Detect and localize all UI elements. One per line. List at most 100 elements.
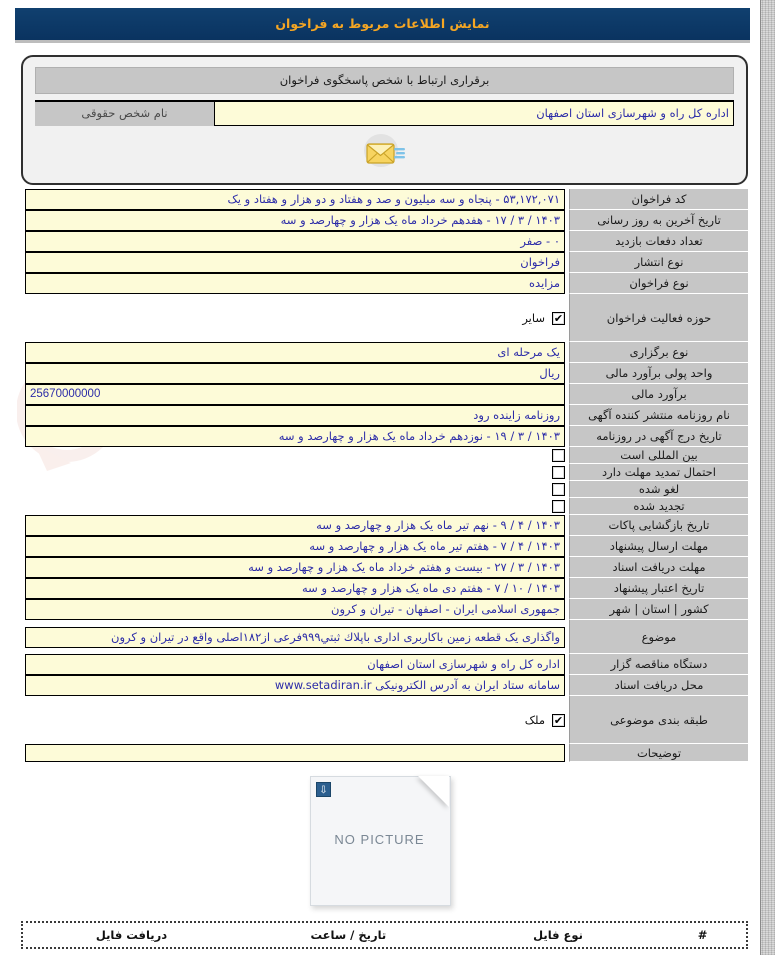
detail-row-field: ۱۴۰۳ / ۴ / ۹ - نهم تیر ماه یک هزار و چها… (25, 515, 565, 536)
detail-row-field: واگذاری یک قطعه زمین باکاربری اداری باپل… (25, 626, 565, 648)
detail-row-checkbox[interactable]: ✔ (552, 311, 565, 325)
files-table-header: # نوع فایل تاریخ / ساعت دریافت فایل (23, 923, 746, 947)
detail-row-value-cell: فراخوان (21, 252, 569, 273)
detail-row: تاریخ بازگشایی پاکات ۱۴۰۳ / ۴ / ۹ - نهم ت… (21, 515, 748, 536)
detail-row-value-cell: ۵۳,۱۷۲,۰۷۱ - پنجاه و سه میلیون و صد و هف… (21, 189, 569, 210)
detail-row: نوع انتشار فراخوان (21, 252, 748, 273)
detail-row: احتمال تمدید مهلت دارد (21, 464, 748, 481)
detail-row-value-cell: سامانه ستاد ایران به آدرس الکترونیکی www… (21, 675, 569, 696)
detail-row-label: مهلت دریافت اسناد (569, 557, 748, 578)
detail-row-label: تجدید شده (569, 498, 748, 515)
detail-row-value-cell: ۱۴۰۳ / ۳ / ۲۷ - بیست و هفتم خرداد ماه یک… (21, 557, 569, 578)
detail-row-label: کد فراخوان (569, 189, 748, 210)
contact-panel-header: برقراری ارتباط با شخص پاسخگوی فراخوان (35, 67, 734, 94)
detail-row-field: جمهوری اسلامی ایران - اصفهان - تیران و ک… (25, 599, 565, 620)
detail-row-label: تاریخ آخرین به روز رسانی (569, 210, 748, 231)
detail-row-value-cell (21, 744, 569, 762)
detail-row-field: ۱۴۰۳ / ۳ / ۲۷ - بیست و هفتم خرداد ماه یک… (25, 557, 565, 578)
detail-row-label: موضوع (569, 620, 748, 654)
detail-row-flag-checkbox[interactable] (552, 449, 565, 462)
files-col-index: # (697, 928, 708, 942)
detail-row-label: نوع انتشار (569, 252, 748, 273)
detail-row-field: ۱۴۰۳ / ۳ / ۱۹ - نوزدهم خرداد ماه یک هزار… (25, 426, 565, 447)
detail-row-value-cell: 25670000000 (21, 384, 569, 405)
detail-row-checkbox[interactable]: ✔ (552, 713, 565, 727)
detail-row-label: بین المللی است (569, 447, 748, 464)
detail-row-flag-checkbox[interactable] (552, 466, 565, 479)
detail-row-field: فراخوان (25, 252, 565, 273)
detail-row: نام روزنامه منتشر کننده آگهی روزنامه زاین… (21, 405, 748, 426)
page-title: نمایش اطلاعات مربوط به فراخوان (15, 8, 750, 43)
page-canvas: AriaTender.net نمایش اطلاعات مربوط به فر… (0, 0, 761, 955)
detail-row: حوزه فعالیت فراخوان ✔ سایر (21, 294, 748, 342)
detail-row-value-cell: ✔ ملک (21, 696, 569, 744)
detail-row-flag-checkbox[interactable] (552, 483, 565, 496)
detail-row-value-cell: ۱۴۰۳ / ۱۰ / ۷ - هفتم دی ماه یک هزار و چه… (21, 578, 569, 599)
detail-row-checkbox-label: ملک (524, 713, 545, 727)
detail-row-value-cell: جمهوری اسلامی ایران - اصفهان - تیران و ک… (21, 599, 569, 620)
detail-row-field: مزایده (25, 273, 565, 294)
detail-row-field: سامانه ستاد ایران به آدرس الکترونیکی www… (25, 675, 565, 696)
detail-row-label: محل دریافت اسناد (569, 675, 748, 696)
detail-row: کشور | استان | شهر جمهوری اسلامی ایران - … (21, 599, 748, 620)
detail-row-value-cell (21, 464, 569, 481)
detail-row: کد فراخوان ۵۳,۱۷۲,۰۷۱ - پنجاه و سه میلیون… (21, 189, 748, 210)
detail-row-value-cell: ✔ سایر (21, 294, 569, 342)
detail-row-label: نوع فراخوان (569, 273, 748, 294)
detail-row-checkbox-label: سایر (522, 311, 545, 325)
contact-legal-name-value: اداره کل راه و شهرسازی استان اصفهان (214, 102, 734, 126)
detail-row-field: ۱۴۰۳ / ۱۰ / ۷ - هفتم دی ماه یک هزار و چه… (25, 578, 565, 599)
contact-panel: برقراری ارتباط با شخص پاسخگوی فراخوان اد… (21, 55, 748, 185)
detail-row-field: روزنامه زاینده رود (25, 405, 565, 426)
detail-row-label: مهلت ارسال پیشنهاد (569, 536, 748, 557)
detail-row-value-cell: روزنامه زاینده رود (21, 405, 569, 426)
detail-row-value-cell: ۰ - صفر (21, 231, 569, 252)
detail-row: توضیحات (21, 744, 748, 762)
detail-row-value-cell: ۱۴۰۳ / ۴ / ۹ - نهم تیر ماه یک هزار و چها… (21, 515, 569, 536)
detail-row-label: کشور | استان | شهر (569, 599, 748, 620)
detail-row: نوع برگزاری یک مرحله ای (21, 342, 748, 363)
detail-row: مهلت دریافت اسناد ۱۴۰۳ / ۳ / ۲۷ - بیست و … (21, 557, 748, 578)
no-picture-placeholder: ⇩ NO PICTURE (310, 776, 451, 906)
detail-row-value-cell (21, 498, 569, 515)
detail-row: واحد پولی برآورد مالی ریال (21, 363, 748, 384)
detail-row-label: تاریخ درج آگهی در روزنامه (569, 426, 748, 447)
detail-row: لغو شده (21, 481, 748, 498)
files-col-download: دریافت فایل (95, 928, 168, 942)
detail-row-value-cell: واگذاری یک قطعه زمین باکاربری اداری باپل… (21, 620, 569, 654)
detail-row-value-cell (21, 447, 569, 464)
detail-row-field: 25670000000 (25, 384, 565, 405)
contact-mail-action[interactable] (35, 126, 734, 177)
detail-row-value-cell: ۱۴۰۳ / ۳ / ۱۷ - هفدهم خرداد ماه یک هزار … (21, 210, 569, 231)
detail-row: تعداد دفعات بازدید ۰ - صفر (21, 231, 748, 252)
detail-row-value-cell: ۱۴۰۳ / ۴ / ۷ - هفتم تیر ماه یک هزار و چه… (21, 536, 569, 557)
detail-row-flag-checkbox[interactable] (552, 500, 565, 513)
detail-row: تجدید شده (21, 498, 748, 515)
detail-row: برآورد مالی 25670000000 (21, 384, 748, 405)
detail-row: محل دریافت اسناد سامانه ستاد ایران به آدر… (21, 675, 748, 696)
detail-row-label: احتمال تمدید مهلت دارد (569, 464, 748, 481)
broken-image-icon: ⇩ (316, 782, 331, 797)
detail-row-value-cell: ۱۴۰۳ / ۳ / ۱۹ - نوزدهم خرداد ماه یک هزار… (21, 426, 569, 447)
contact-legal-name-label: نام شخص حقوقی (35, 102, 214, 126)
detail-row-field: ۱۴۰۳ / ۳ / ۱۷ - هفدهم خرداد ماه یک هزار … (25, 210, 565, 231)
detail-row: طبقه بندی موضوعی ✔ ملک (21, 696, 748, 744)
contact-legal-name-row: اداره کل راه و شهرسازی استان اصفهان نام … (35, 100, 734, 126)
detail-row-value-cell: ریال (21, 363, 569, 384)
detail-row: تاریخ آخرین به روز رسانی ۱۴۰۳ / ۳ / ۱۷ - … (21, 210, 748, 231)
files-table: # نوع فایل تاریخ / ساعت دریافت فایل (21, 921, 748, 949)
detail-row: تاریخ اعتبار پیشنهاد ۱۴۰۳ / ۱۰ / ۷ - هفتم… (21, 578, 748, 599)
detail-row: مهلت ارسال پیشنهاد ۱۴۰۳ / ۴ / ۷ - هفتم تی… (21, 536, 748, 557)
detail-row-label: برآورد مالی (569, 384, 748, 405)
detail-rows: کد فراخوان ۵۳,۱۷۲,۰۷۱ - پنجاه و سه میلیون… (21, 189, 748, 762)
detail-row: موضوع واگذاری یک قطعه زمین باکاربری اداری… (21, 620, 748, 654)
detail-row-label: حوزه فعالیت فراخوان (569, 294, 748, 342)
detail-row-field (25, 744, 565, 762)
detail-row: دستگاه مناقصه گزار اداره کل راه و شهرسازی… (21, 654, 748, 675)
detail-row-field: یک مرحله ای (25, 342, 565, 363)
files-col-datetime: تاریخ / ساعت (310, 928, 387, 942)
envelope-icon[interactable] (363, 134, 407, 168)
detail-row-label: تاریخ اعتبار پیشنهاد (569, 578, 748, 599)
detail-row-label: لغو شده (569, 481, 748, 498)
detail-row-label: تعداد دفعات بازدید (569, 231, 748, 252)
